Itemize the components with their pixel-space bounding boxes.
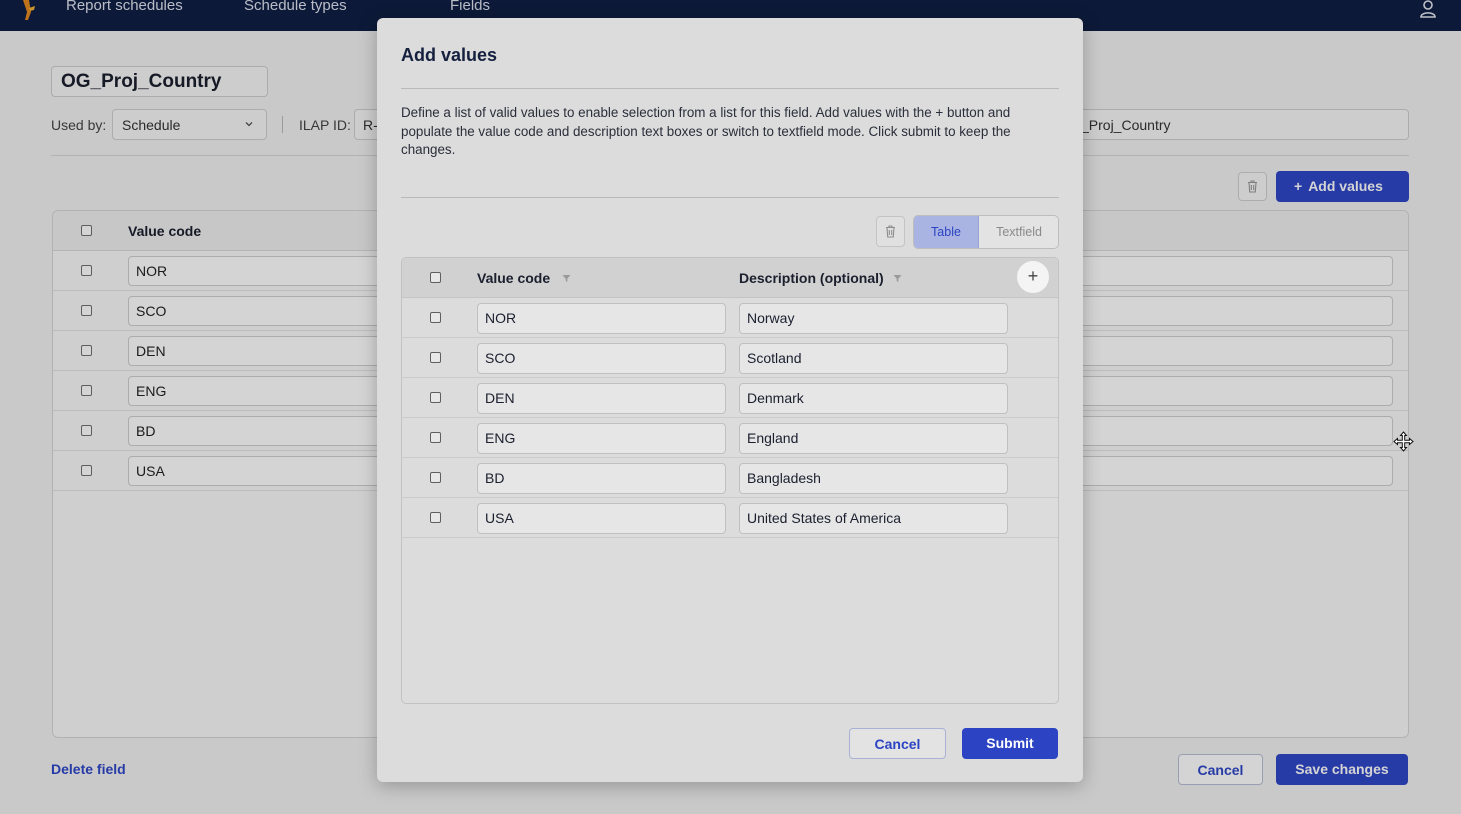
description-input[interactable]: England bbox=[739, 423, 1008, 454]
submit-button[interactable]: Submit bbox=[962, 728, 1058, 759]
add-values-dialog: Add values Define a list of valid values… bbox=[377, 18, 1083, 782]
description-input[interactable]: United States of America bbox=[739, 503, 1008, 534]
row-checkbox[interactable] bbox=[430, 392, 441, 403]
value-code-input[interactable]: USA bbox=[477, 503, 726, 534]
table-row: SCO Scotland bbox=[402, 338, 1058, 378]
value-code-input[interactable]: SCO bbox=[477, 343, 726, 374]
row-checkbox[interactable] bbox=[430, 312, 441, 323]
description-input[interactable]: Bangladesh bbox=[739, 463, 1008, 494]
mode-table-button[interactable]: Table bbox=[914, 216, 979, 248]
row-checkbox[interactable] bbox=[430, 352, 441, 363]
row-checkbox[interactable] bbox=[430, 512, 441, 523]
table-row: ENG England bbox=[402, 418, 1058, 458]
dialog-title: Add values bbox=[401, 45, 498, 65]
delete-rows-button[interactable] bbox=[876, 216, 905, 247]
description-input[interactable]: Norway bbox=[739, 303, 1008, 334]
description-input[interactable]: Denmark bbox=[739, 383, 1008, 414]
mode-toggle: Table Textfield bbox=[913, 215, 1059, 249]
mode-textfield-button[interactable]: Textfield bbox=[979, 216, 1058, 248]
value-code-input[interactable]: ENG bbox=[477, 423, 726, 454]
table-header: Value code Description (optional) + bbox=[402, 258, 1058, 298]
divider bbox=[401, 197, 1059, 198]
select-all-checkbox[interactable] bbox=[430, 272, 441, 283]
trash-icon bbox=[886, 225, 895, 238]
value-code-input[interactable]: BD bbox=[477, 463, 726, 494]
add-row-button[interactable]: + bbox=[1016, 260, 1050, 294]
table-row: BD Bangladesh bbox=[402, 458, 1058, 498]
values-editor-table: Value code Description (optional) + NOR … bbox=[401, 257, 1059, 704]
table-row: USA United States of America bbox=[402, 498, 1058, 538]
row-checkbox[interactable] bbox=[430, 472, 441, 483]
value-code-header: Value code bbox=[477, 270, 551, 286]
table-row: NOR Norway bbox=[402, 298, 1058, 338]
description-header: Description (optional) bbox=[739, 270, 884, 286]
divider bbox=[401, 88, 1059, 89]
value-code-input[interactable]: NOR bbox=[477, 303, 726, 334]
plus-icon: + bbox=[1027, 266, 1039, 286]
description-input[interactable]: Scotland bbox=[739, 343, 1008, 374]
value-code-input[interactable]: DEN bbox=[477, 383, 726, 414]
cancel-button[interactable]: Cancel bbox=[849, 728, 946, 759]
table-row: DEN Denmark bbox=[402, 378, 1058, 418]
dialog-description: Define a list of valid values to enable … bbox=[401, 105, 1011, 157]
move-cursor-icon bbox=[1393, 431, 1414, 452]
filter-icon[interactable] bbox=[893, 274, 902, 283]
row-checkbox[interactable] bbox=[430, 432, 441, 443]
filter-icon[interactable] bbox=[562, 274, 571, 283]
